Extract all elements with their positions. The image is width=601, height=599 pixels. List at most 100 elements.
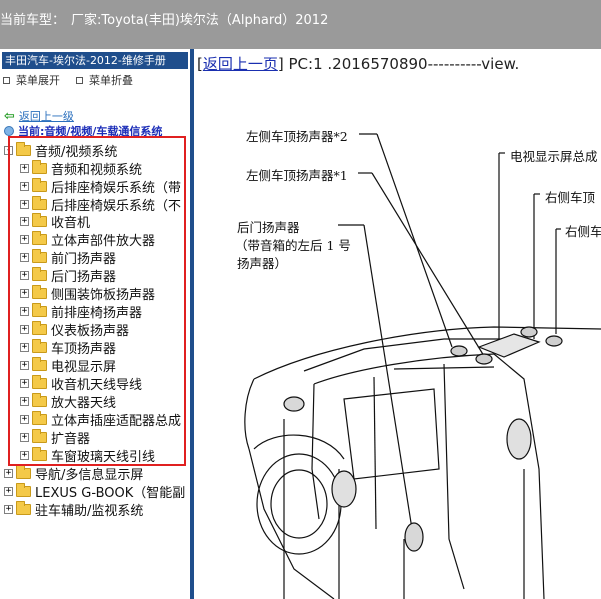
tree-item-label: 收音机天线导线: [51, 377, 143, 393]
label-rear-door-sub2: 扬声器）: [237, 256, 288, 271]
tree-item[interactable]: + 收音机天线导线: [20, 374, 143, 393]
tree-item[interactable]: + 驻车辅助/监视系统: [4, 500, 144, 519]
folder-icon: [32, 248, 47, 263]
tree-item[interactable]: + 音频和视频系统: [20, 159, 142, 178]
tree-item[interactable]: + 前门扬声器: [20, 248, 117, 267]
tree-item[interactable]: - 音频/视频系统: [4, 141, 118, 160]
expand-node-icon[interactable]: +: [20, 414, 29, 424]
tree-item-label: 车窗玻璃天线引线: [51, 449, 156, 465]
tree-item[interactable]: + 立体声部件放大器: [20, 230, 156, 249]
tree-item-label: 电视显示屏: [51, 359, 117, 375]
expand-node-icon[interactable]: +: [20, 163, 29, 173]
expand-node-icon[interactable]: +: [20, 181, 29, 191]
tree-item-label: 立体声插座适配器总成: [51, 413, 182, 429]
tree-item-label: 后门扬声器: [51, 269, 117, 285]
tree-item[interactable]: + 后门扬声器: [20, 266, 117, 285]
tree-item[interactable]: + 扩音器: [20, 428, 91, 447]
label-roof-left-1: 左侧车顶扬声器*1: [246, 168, 348, 183]
folder-icon: [32, 338, 47, 353]
folder-icon: [32, 392, 47, 407]
expand-icon: [3, 76, 10, 84]
expand-node-icon[interactable]: +: [20, 288, 29, 298]
tree-item-label: 扩音器: [51, 431, 91, 447]
label-roof-right-a: 右侧车顶: [545, 190, 596, 205]
tree-item[interactable]: + 电视显示屏: [20, 356, 117, 375]
title-value: 厂家:Toyota(丰田)埃尔法（Alphard）2012: [71, 13, 329, 28]
current-path[interactable]: 当前:音频/视频/车载通信系统: [4, 123, 162, 139]
folder-icon: [16, 464, 31, 479]
folder-icon: [16, 500, 31, 515]
folder-icon: [32, 230, 47, 245]
collapse-node-icon[interactable]: -: [4, 145, 13, 155]
folder-icon: [32, 374, 47, 389]
expand-node-icon[interactable]: +: [20, 199, 29, 209]
expand-node-icon[interactable]: +: [20, 396, 29, 406]
folder-icon: [32, 410, 47, 425]
tree-item[interactable]: + 侧围装饰板扬声器: [20, 284, 156, 303]
tree-item[interactable]: + 前排座椅扬声器: [20, 302, 143, 321]
back-up-label: 返回上一级: [18, 110, 74, 123]
expand-node-icon[interactable]: +: [20, 324, 29, 334]
folder-icon: [32, 284, 47, 299]
folder-icon: [32, 320, 47, 335]
tree-item-label: 立体声部件放大器: [51, 233, 156, 249]
label-roof-left-2: 左侧车顶扬声器*2: [246, 129, 348, 144]
tree-item[interactable]: + 车窗玻璃天线引线: [20, 446, 156, 465]
folder-icon: [16, 482, 31, 497]
folder-icon: [32, 302, 47, 317]
expand-node-icon[interactable]: +: [20, 252, 29, 262]
expand-node-icon[interactable]: +: [20, 360, 29, 370]
title-label: 当前车型：: [0, 13, 66, 28]
expand-all-button[interactable]: 菜单展开: [3, 72, 60, 88]
collapse-icon: [76, 76, 83, 84]
expand-node-icon[interactable]: +: [20, 342, 29, 352]
collapse-all-button[interactable]: 菜单折叠: [76, 72, 133, 88]
location-icon: [4, 126, 14, 136]
current-path-label: 当前:音频/视频/车载通信系统: [18, 125, 163, 138]
tree-item-label: 侧围装饰板扬声器: [51, 287, 156, 303]
expand-node-icon[interactable]: +: [20, 270, 29, 280]
folder-icon: [32, 266, 47, 281]
folder-icon: [32, 356, 47, 371]
folder-icon: [32, 446, 47, 461]
tree-item-label: 后排座椅娱乐系统（带: [51, 180, 182, 196]
tree-item-label: 车顶扬声器: [51, 341, 117, 357]
tree-item[interactable]: + 导航/多信息显示屏: [4, 464, 144, 483]
tree-item-label: 放大器天线: [51, 395, 117, 411]
tree-item-label: 驻车辅助/监视系统: [35, 503, 144, 519]
tree-item-label: 前门扬声器: [51, 251, 117, 267]
folder-icon: [32, 428, 47, 443]
expand-node-icon[interactable]: +: [20, 432, 29, 442]
expand-node-icon[interactable]: +: [20, 378, 29, 388]
tree-item-label: 导航/多信息显示屏: [35, 467, 144, 483]
expand-node-icon[interactable]: +: [20, 234, 29, 244]
tree-item[interactable]: + 后排座椅娱乐系统（不: [20, 195, 181, 214]
label-roof-right-b: 右侧车: [565, 224, 601, 239]
sidebar: 丰田汽车-埃尔法-2012-维修手册 菜单展开 菜单折叠 ⇦ 返回上一级 当前:…: [0, 49, 190, 599]
label-tv-display: 电视显示屏总成: [510, 149, 598, 164]
tree-item-label: 音频/视频系统: [35, 144, 118, 160]
expand-node-icon[interactable]: +: [4, 468, 13, 478]
tree-item-label: 仪表板扬声器: [51, 323, 130, 339]
expand-all-label: 菜单展开: [16, 74, 60, 87]
back-up-link[interactable]: ⇦ 返回上一级: [4, 108, 74, 124]
expand-node-icon[interactable]: +: [20, 216, 29, 226]
tree-item[interactable]: + 放大器天线: [20, 392, 117, 411]
tree-item[interactable]: + LEXUS G-BOOK（智能副: [4, 482, 186, 501]
tree-item-label: 前排座椅扬声器: [51, 305, 143, 321]
folder-icon: [32, 177, 47, 192]
tree-item[interactable]: + 后排座椅娱乐系统（带: [20, 177, 182, 196]
tree-item[interactable]: + 车顶扬声器: [20, 338, 117, 357]
label-rear-door-sub1: （带音箱的左后 1 号: [235, 238, 351, 253]
expand-node-icon[interactable]: +: [20, 306, 29, 316]
tree-item[interactable]: + 立体声插座适配器总成: [20, 410, 182, 429]
expand-node-icon[interactable]: +: [4, 486, 13, 496]
tree-item[interactable]: + 收音机: [20, 212, 91, 231]
tree-item[interactable]: + 仪表板扬声器: [20, 320, 130, 339]
content-pane: [返回上一页] PC:1 .2016570890----------view.: [194, 49, 601, 599]
tree-item-label: 收音机: [51, 215, 91, 231]
expand-node-icon[interactable]: +: [4, 504, 13, 514]
tree-item-label: LEXUS G-BOOK（智能副: [35, 485, 186, 501]
expand-node-icon[interactable]: +: [20, 450, 29, 460]
title-bar: 当前车型： 厂家:Toyota(丰田)埃尔法（Alphard）2012: [0, 0, 601, 49]
